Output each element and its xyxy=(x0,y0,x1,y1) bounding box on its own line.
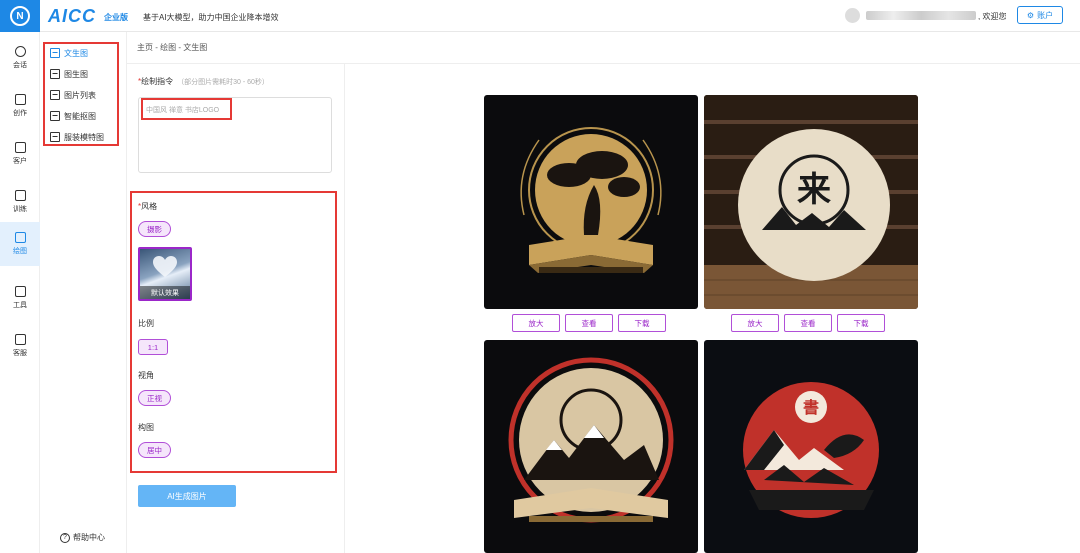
chat-icon xyxy=(14,46,26,57)
nav-label: 训练 xyxy=(13,206,27,213)
prompt-label: *绘制指令 （部分图片需耗时30 - 60秒） xyxy=(138,77,269,86)
user-name-redacted xyxy=(866,11,976,20)
top-bar: N AICC 企业版 基于AI大模型，助力中国企业降本增效 , 欢迎您 ⚙ 账户 xyxy=(0,0,1080,32)
style-option-photo[interactable]: 摄影 xyxy=(138,221,171,237)
composition-option[interactable]: 居中 xyxy=(138,442,171,458)
subnav-item-text-to-image[interactable]: 文生图 xyxy=(50,44,88,62)
slogan: 基于AI大模型，助力中国企业降本增效 xyxy=(143,13,279,22)
edition-label: 企业版 xyxy=(104,13,128,22)
subnav-label: 文生图 xyxy=(64,48,88,58)
app-logo[interactable]: N xyxy=(0,0,40,32)
nav-label: 客户 xyxy=(13,158,27,165)
angle-label: 视角 xyxy=(138,371,154,380)
question-icon: ? xyxy=(60,532,70,543)
angle-option[interactable]: 正视 xyxy=(138,390,171,406)
library-sign-image: 来 xyxy=(704,95,918,309)
image-icon xyxy=(50,90,60,100)
mountain-book-image xyxy=(484,340,698,553)
image-icon xyxy=(50,111,60,121)
prompt-value: 中国风 禅意 书店LOGO xyxy=(146,107,220,114)
style-thumbnail[interactable]: 默认效果 xyxy=(138,247,192,301)
form-panel: *绘制指令 （部分图片需耗时30 - 60秒） 中国风 禅意 书店LOGO *风格… xyxy=(127,64,345,553)
generate-image-button[interactable]: AI生成图片 xyxy=(138,485,236,507)
subnav-item-smart-cutout[interactable]: 智能抠图 xyxy=(50,107,96,125)
nav-item-drawing[interactable]: 绘图 xyxy=(0,222,40,266)
nav-label: 工具 xyxy=(13,302,27,309)
view-button-1[interactable]: 查看 xyxy=(565,314,613,332)
welcome-text: , 欢迎您 xyxy=(978,12,1007,21)
bonsai-book-image xyxy=(484,95,698,309)
subnav-label: 服装模特图 xyxy=(64,132,104,142)
result-image-4[interactable]: 書 xyxy=(704,340,918,553)
nav-item-training[interactable]: 训练 xyxy=(0,180,40,224)
logo-icon: N xyxy=(10,6,30,26)
nav-item-support[interactable]: 客服 xyxy=(0,324,40,368)
image-icon xyxy=(50,69,60,79)
subnav-label: 图片列表 xyxy=(64,90,96,100)
brand-name: AICC xyxy=(48,6,96,26)
subnav-item-fashion-model[interactable]: 服装模特图 xyxy=(50,128,104,146)
subnav-item-image-list[interactable]: 图片列表 xyxy=(50,86,96,104)
toolbox-icon xyxy=(14,286,26,297)
result-image-2[interactable]: 来 xyxy=(704,95,918,309)
nav-item-create[interactable]: 创作 xyxy=(0,84,40,128)
gear-icon: ⚙ xyxy=(1026,10,1035,20)
image-icon xyxy=(50,48,60,58)
nav-label: 绘图 xyxy=(13,248,27,255)
breadcrumb: 主页 - 绘图 - 文生图 xyxy=(137,43,208,52)
svg-text:来: 来 xyxy=(797,170,831,210)
nav-item-tools[interactable]: 工具 xyxy=(0,276,40,320)
zoom-button-1[interactable]: 放大 xyxy=(512,314,560,332)
nav-label: 会话 xyxy=(13,62,27,69)
ratio-label: 比例 xyxy=(138,319,154,328)
account-label: 账户 xyxy=(1037,10,1054,20)
ratio-option[interactable]: 1:1 xyxy=(138,339,168,355)
view-button-2[interactable]: 查看 xyxy=(784,314,832,332)
help-center-link[interactable]: ? 帮助中心 xyxy=(60,532,105,543)
result-image-1[interactable] xyxy=(484,95,698,309)
image-icon xyxy=(14,232,26,243)
main-nav-rail: 会话 创作 客户 训练 绘图 工具 客服 xyxy=(0,32,40,553)
download-button-1[interactable]: 下载 xyxy=(618,314,666,332)
user-avatar[interactable] xyxy=(845,8,860,23)
result-image-3[interactable] xyxy=(484,340,698,553)
support-icon xyxy=(14,334,26,345)
nav-label: 客服 xyxy=(13,350,27,357)
svg-text:書: 書 xyxy=(803,398,819,417)
nav-item-chat[interactable]: 会话 xyxy=(0,36,40,80)
subnav-label: 图生图 xyxy=(64,69,88,79)
thumbnail-caption: 默认效果 xyxy=(140,286,190,299)
subnav-label: 智能抠图 xyxy=(64,111,96,121)
contact-icon xyxy=(14,142,26,153)
document-icon xyxy=(14,94,26,105)
zoom-button-2[interactable]: 放大 xyxy=(731,314,779,332)
nav-item-customer[interactable]: 客户 xyxy=(0,132,40,176)
composition-label: 构图 xyxy=(138,423,154,432)
file-icon xyxy=(14,190,26,201)
image-icon xyxy=(50,132,60,142)
drawing-subnav: 文生图 图生图 图片列表 智能抠图 服装模特图 ? 帮助中心 xyxy=(40,32,127,553)
help-label: 帮助中心 xyxy=(73,533,105,542)
heart-cloud-icon xyxy=(153,256,177,277)
subnav-item-image-to-image[interactable]: 图生图 xyxy=(50,65,88,83)
style-label: *风格 xyxy=(138,202,158,211)
red-circle-landscape-image: 書 xyxy=(704,340,918,553)
download-button-2[interactable]: 下载 xyxy=(837,314,885,332)
nav-label: 创作 xyxy=(13,110,27,117)
account-button[interactable]: ⚙ 账户 xyxy=(1017,6,1063,24)
